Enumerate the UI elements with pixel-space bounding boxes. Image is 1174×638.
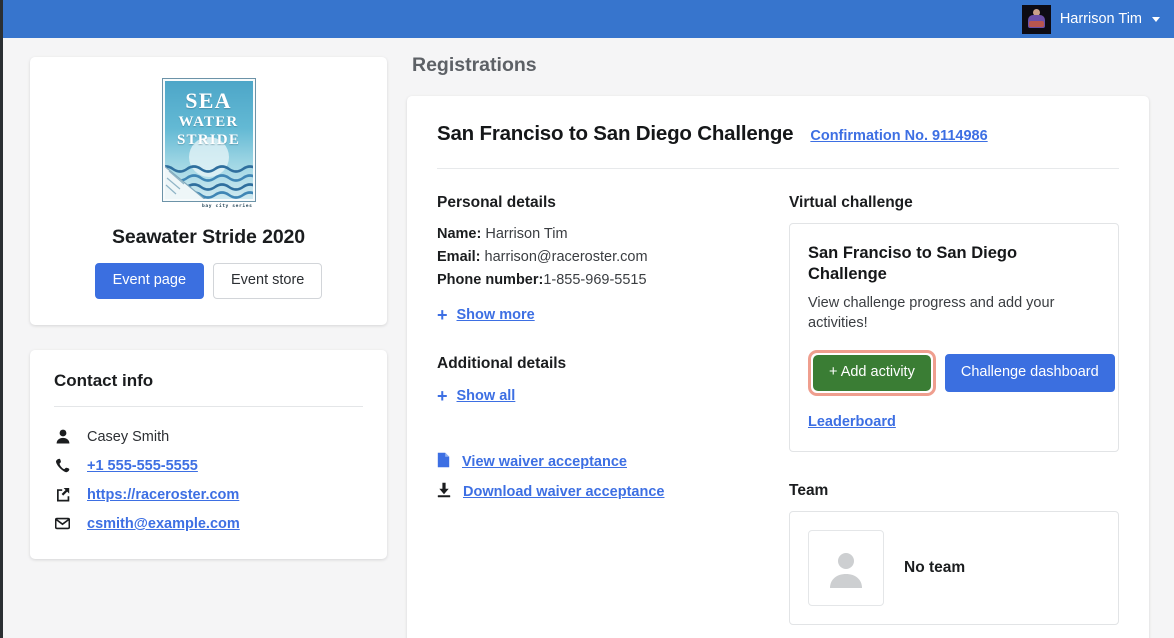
download-waiver-link[interactable]: Download waiver acceptance: [463, 484, 664, 500]
contact-row-name: Casey Smith: [54, 429, 363, 445]
email-value: harrison@raceroster.com: [481, 249, 648, 265]
contact-info-title: Contact info: [54, 371, 363, 391]
event-card: SEA WATER STRIDE bay city series Seawate…: [30, 57, 387, 325]
logo-line-2: WATER: [165, 115, 253, 130]
personal-detail-name: Name: Harrison Tim: [437, 223, 789, 246]
team-title: Team: [789, 482, 1119, 500]
contact-row-website: https://raceroster.com: [54, 487, 363, 503]
contact-website-link[interactable]: https://raceroster.com: [87, 487, 239, 503]
registration-title: San Franciso to San Diego Challenge: [437, 122, 793, 146]
event-logo: SEA WATER STRIDE bay city series: [163, 79, 255, 209]
additional-details-title: Additional details: [437, 355, 789, 373]
view-waiver-row: View waiver acceptance: [437, 452, 789, 473]
registration-card: San Franciso to San Diego Challenge Conf…: [407, 96, 1149, 638]
email-label: Email:: [437, 249, 481, 265]
external-link-icon: [54, 487, 71, 502]
challenge-dashboard-button[interactable]: Challenge dashboard: [945, 354, 1115, 392]
contact-email-link[interactable]: csmith@example.com: [87, 516, 240, 532]
avatar: [1022, 5, 1051, 34]
leaderboard-row: Leaderboard: [808, 413, 1100, 431]
personal-details-title: Personal details: [437, 194, 789, 212]
registration-header: San Franciso to San Diego Challenge Conf…: [437, 122, 1119, 146]
download-waiver-row: Download waiver acceptance: [437, 482, 789, 503]
logo-tagline: bay city series: [163, 204, 255, 209]
phone-label: Phone number:: [437, 272, 543, 288]
challenge-description: View challenge progress and add your act…: [808, 293, 1100, 334]
show-more-link[interactable]: Show more: [457, 307, 535, 323]
window-left-edge: [0, 0, 3, 638]
confirmation-number-link[interactable]: Confirmation No. 9114986: [810, 128, 987, 144]
divider: [437, 168, 1119, 169]
contact-row-email: csmith@example.com: [54, 516, 363, 532]
phone-value: 1-855-969-5515: [543, 272, 646, 288]
show-all-link[interactable]: Show all: [457, 388, 516, 404]
contact-name: Casey Smith: [87, 429, 169, 445]
challenge-column: Virtual challenge San Franciso to San Di…: [789, 194, 1119, 625]
name-value: Harrison Tim: [481, 226, 567, 242]
show-all-row: + Show all: [437, 387, 789, 405]
contact-info-card: Contact info Casey Smith +1 555-555-5555: [30, 350, 387, 559]
sidebar: SEA WATER STRIDE bay city series Seawate…: [30, 57, 387, 559]
event-store-button[interactable]: Event store: [213, 263, 322, 299]
event-page-button[interactable]: Event page: [95, 263, 204, 299]
name-label: Name:: [437, 226, 481, 242]
logo-line-3: STRIDE: [165, 133, 253, 148]
phone-icon: [54, 458, 71, 473]
team-card: No team: [789, 511, 1119, 625]
details-column: Personal details Name: Harrison Tim Emai…: [437, 194, 789, 625]
contact-phone-link[interactable]: +1 555-555-5555: [87, 458, 198, 474]
show-more-row: + Show more: [437, 306, 789, 324]
virtual-challenge-card: San Franciso to San Diego Challenge View…: [789, 223, 1119, 452]
add-activity-button[interactable]: + Add activity: [813, 355, 931, 391]
document-icon: [437, 452, 450, 473]
team-section: Team No team: [789, 482, 1119, 625]
download-icon: [437, 482, 451, 503]
challenge-actions: + Add activity Challenge dashboard: [808, 350, 1100, 396]
page-title: Registrations: [407, 54, 1149, 77]
person-icon: [54, 429, 71, 444]
waiver-links: View waiver acceptance Download waiver a…: [437, 452, 789, 503]
add-activity-highlight: + Add activity: [808, 350, 936, 396]
event-actions: Event page Event store: [52, 263, 365, 299]
personal-detail-email: Email: harrison@raceroster.com: [437, 246, 789, 269]
event-name: Seawater Stride 2020: [52, 226, 365, 249]
team-status: No team: [904, 559, 965, 577]
virtual-challenge-title: Virtual challenge: [789, 194, 1119, 212]
person-placeholder-icon: [825, 547, 867, 589]
challenge-name: San Franciso to San Diego Challenge: [808, 243, 1100, 286]
top-navbar: Harrison Tim: [0, 0, 1174, 38]
plus-icon: +: [437, 387, 448, 405]
contact-row-phone: +1 555-555-5555: [54, 458, 363, 474]
leaderboard-link[interactable]: Leaderboard: [808, 414, 896, 430]
user-menu[interactable]: Harrison Tim: [1022, 5, 1160, 34]
chevron-down-icon: [1152, 17, 1160, 22]
contact-list: Casey Smith +1 555-555-5555 https://race…: [54, 429, 363, 532]
personal-detail-phone: Phone number:1-855-969-5515: [437, 269, 789, 292]
divider: [54, 406, 363, 407]
logo-line-1: SEA: [165, 90, 253, 112]
view-waiver-link[interactable]: View waiver acceptance: [462, 454, 627, 470]
team-thumbnail: [808, 530, 884, 606]
envelope-icon: [54, 516, 71, 531]
user-menu-label: Harrison Tim: [1060, 11, 1142, 27]
logo-ramp-icon: [163, 155, 219, 201]
plus-icon: +: [437, 306, 448, 324]
main-content: Registrations San Franciso to San Diego …: [407, 54, 1149, 638]
